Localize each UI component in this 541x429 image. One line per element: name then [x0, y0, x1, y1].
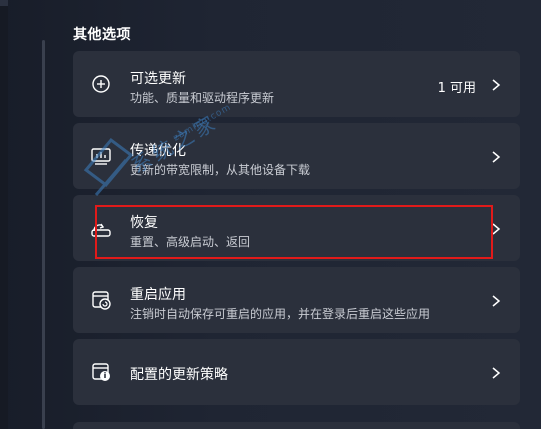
section-title: 其他选项 — [73, 27, 131, 43]
recovery-icon — [89, 216, 113, 240]
item-subtitle: 功能、质量和驱动程序更新 — [130, 91, 275, 105]
chevron-right-icon — [492, 79, 501, 91]
item-subtitle: 重置、高级启动、返回 — [130, 235, 251, 249]
item-title: 恢复 — [130, 215, 158, 231]
scrollbar[interactable] — [42, 40, 45, 429]
delivery-optimization-icon — [89, 144, 113, 168]
next-card-edge — [73, 422, 520, 429]
update-policy-icon — [89, 360, 113, 384]
chevron-right-icon — [492, 151, 501, 163]
restart-apps-card[interactable]: 重启应用 注销时自动保存可重启的应用，并在登录后重启这些应用 — [73, 267, 520, 333]
plus-circle-icon — [89, 72, 113, 96]
chevron-right-icon — [492, 223, 501, 235]
top-corner — [0, 0, 8, 6]
chevron-right-icon — [492, 295, 501, 307]
update-policies-card[interactable]: 配置的更新策略 — [73, 339, 520, 405]
restart-apps-icon — [89, 288, 113, 312]
left-edge — [0, 0, 8, 429]
item-title: 重启应用 — [130, 287, 186, 303]
settings-page: 其他选项 可选更新 功能、质量和驱动程序更新 1 可用 传递优化 更新的带宽限制… — [0, 0, 541, 429]
recovery-card[interactable]: 恢复 重置、高级启动、返回 — [73, 195, 520, 261]
optional-updates-card[interactable]: 可选更新 功能、质量和驱动程序更新 1 可用 — [73, 51, 520, 117]
item-title: 可选更新 — [130, 71, 186, 87]
available-count-badge: 1 可用 — [437, 81, 476, 96]
chevron-right-icon — [492, 367, 501, 379]
item-title: 配置的更新策略 — [130, 367, 228, 383]
item-subtitle: 注销时自动保存可重启的应用，并在登录后重启这些应用 — [130, 307, 431, 321]
